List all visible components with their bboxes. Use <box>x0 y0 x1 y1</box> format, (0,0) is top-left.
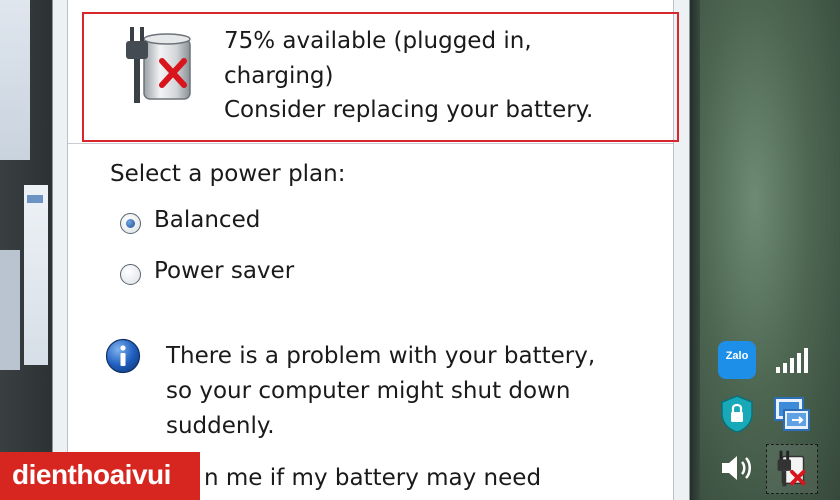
battery-charging-text: charging) <box>224 63 334 89</box>
section-divider <box>68 143 673 144</box>
battery-problem-message: There is a problem with your battery, so… <box>166 339 595 444</box>
power-plan-heading: Select a power plan: <box>110 161 346 187</box>
logo-text: dienthoaivui <box>12 459 171 490</box>
battery-status-highlight: 75% available (plugged in, charging) Con… <box>82 12 679 142</box>
dienthoaivui-logo: dienthoaivui <box>0 452 200 500</box>
background-window <box>0 0 30 160</box>
battery-problem-line: suddenly. <box>166 413 275 439</box>
background-window <box>0 250 20 370</box>
balanced-label[interactable]: Balanced <box>154 207 260 233</box>
battery-meter-content: 75% available (plugged in, charging) Con… <box>67 0 679 500</box>
power-saver-radio[interactable] <box>120 264 141 285</box>
zalo-icon[interactable]: Zalo <box>718 341 756 379</box>
security-shield-icon[interactable] <box>718 394 756 434</box>
battery-replace-warning: Consider replacing your battery. <box>224 97 594 123</box>
background-window <box>24 185 48 365</box>
battery-percentage-text: 75% available (plugged in, <box>224 28 532 54</box>
battery-meter-popup: 75% available (plugged in, charging) Con… <box>52 0 690 500</box>
battery-power-icon <box>777 450 806 487</box>
desktop-left-strip <box>0 0 54 500</box>
battery-plug-error-icon <box>126 27 191 103</box>
battery-problem-line: so your computer might shut down <box>166 378 571 404</box>
battery-problem-line: There is a problem with your battery, <box>166 343 596 369</box>
volume-icon[interactable] <box>718 450 756 486</box>
notify-option-text[interactable]: n me if my battery may need <box>204 465 541 491</box>
balanced-radio[interactable] <box>120 213 141 234</box>
battery-power-tray-button[interactable] <box>766 444 818 494</box>
zalo-label: Zalo <box>725 350 749 362</box>
network-signal-icon[interactable] <box>772 345 812 375</box>
info-icon <box>105 338 141 374</box>
power-saver-label[interactable]: Power saver <box>154 258 294 284</box>
remote-connection-icon[interactable] <box>772 394 812 434</box>
